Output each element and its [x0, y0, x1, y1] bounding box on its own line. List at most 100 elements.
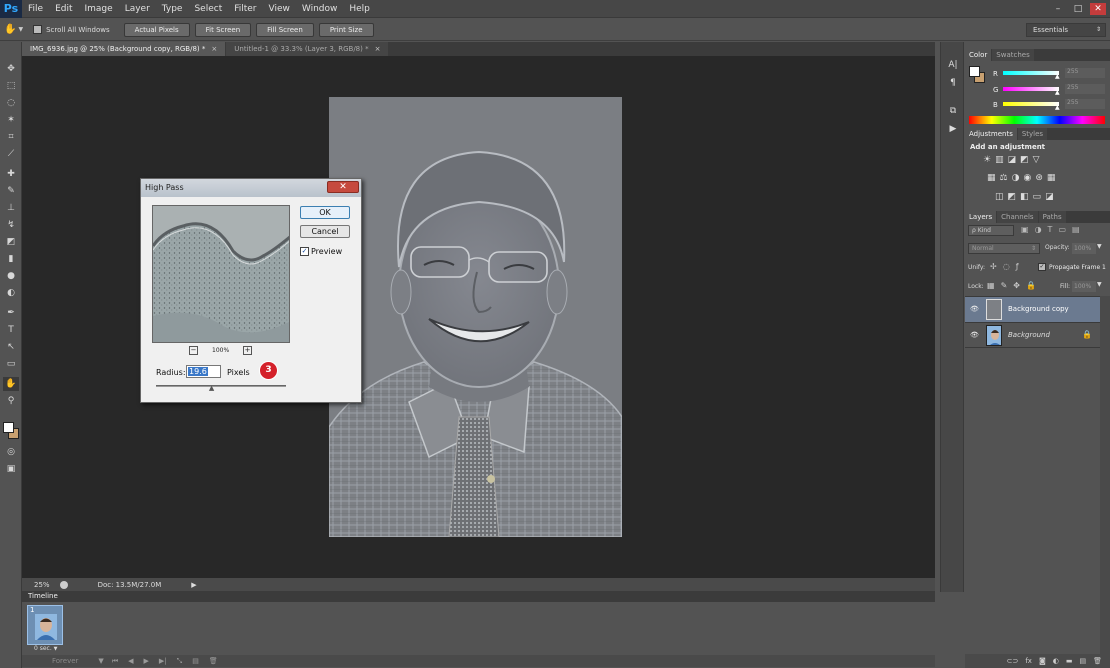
paragraph-panel-icon[interactable]: ¶	[946, 76, 960, 90]
tab-layers[interactable]: Layers	[965, 211, 997, 223]
menu-select[interactable]: Select	[188, 0, 228, 18]
tab-channels[interactable]: Channels	[997, 211, 1038, 223]
blur-tool-icon[interactable]: ●	[3, 269, 19, 283]
opacity-value[interactable]: 100%	[1072, 243, 1096, 254]
radius-input[interactable]: 19.6	[186, 365, 221, 378]
loop-dropdown-icon[interactable]: ▼	[98, 657, 103, 665]
link-layers-icon[interactable]: ⊂⊃	[1007, 657, 1019, 665]
animation-frame[interactable]: 1	[27, 605, 63, 645]
color-balance-icon[interactable]: ⚖	[1000, 173, 1008, 183]
pen-tool-icon[interactable]: ✒	[3, 306, 19, 320]
unify-position-icon[interactable]: ✢	[990, 262, 997, 271]
lock-position-icon[interactable]: ✥	[1013, 281, 1020, 290]
tween-icon[interactable]: ⤡	[177, 657, 183, 666]
black-white-icon[interactable]: ◑	[1012, 173, 1020, 183]
history-panel-icon[interactable]: ⧉	[946, 104, 960, 118]
blend-mode-select[interactable]: Normal ⇕	[968, 243, 1040, 254]
selective-color-icon[interactable]: ◪	[1045, 192, 1054, 202]
menu-layer[interactable]: Layer	[119, 0, 156, 18]
menu-help[interactable]: Help	[343, 0, 376, 18]
blue-slider[interactable]	[1003, 102, 1059, 106]
rectangle-tool-icon[interactable]: ▭	[3, 357, 19, 371]
zoom-level-readout[interactable]: 25%	[34, 581, 50, 589]
color-fg-swatch[interactable]	[969, 66, 980, 77]
menu-edit[interactable]: Edit	[49, 0, 78, 18]
menu-file[interactable]: File	[22, 0, 49, 18]
pixel-filter-icon[interactable]: ▣	[1021, 225, 1029, 234]
photo-filter-icon[interactable]: ◉	[1023, 173, 1031, 183]
tab-adjustments[interactable]: Adjustments	[965, 128, 1017, 140]
status-menu-arrow-icon[interactable]: ▶	[191, 581, 196, 589]
preview-checkbox[interactable]: ✓	[300, 247, 309, 256]
hand-tool-icon[interactable]: ✋	[4, 24, 16, 35]
menu-window[interactable]: Window	[296, 0, 344, 18]
dialog-close-button[interactable]: ✕	[327, 181, 359, 193]
channel-value[interactable]: 255	[1065, 99, 1105, 109]
print-size-button[interactable]: Print Size	[318, 22, 374, 37]
tab-paths[interactable]: Paths	[1038, 211, 1066, 223]
preview-zoom-out-button[interactable]: −	[189, 346, 198, 355]
minimize-button[interactable]: –	[1050, 3, 1066, 15]
actual-pixels-button[interactable]: Actual Pixels	[123, 22, 190, 37]
hue-saturation-icon[interactable]: ▦	[987, 173, 996, 183]
eraser-tool-icon[interactable]: ◩	[3, 235, 19, 249]
spectrum-ramp[interactable]	[969, 116, 1105, 124]
green-slider[interactable]	[1003, 87, 1059, 91]
first-frame-icon[interactable]: ⏮	[112, 657, 118, 666]
clone-stamp-tool-icon[interactable]: ⊥	[3, 201, 19, 215]
channel-mixer-icon[interactable]: ⊛	[1035, 173, 1043, 183]
layer-kind-filter[interactable]: ρ Kind	[968, 225, 1014, 236]
radius-slider-track[interactable]	[156, 385, 286, 387]
slider-handle-icon[interactable]: ▲	[1055, 104, 1060, 111]
layers-scrollbar[interactable]	[1100, 296, 1110, 656]
menu-type[interactable]: Type	[156, 0, 189, 18]
slider-handle-icon[interactable]: ▲	[1055, 89, 1060, 96]
workspace-switcher[interactable]: Essentials ⇕	[1026, 22, 1106, 37]
layer-lock-icon[interactable]: 🔒	[1082, 330, 1092, 339]
delete-layer-icon[interactable]: 🗑	[1093, 657, 1102, 665]
layer-row-background-copy[interactable]: 👁 Background copy	[965, 296, 1100, 322]
fill-dropdown-icon[interactable]: ▼	[1097, 281, 1102, 288]
scroll-all-windows-checkbox[interactable]	[33, 25, 43, 34]
filter-preview-window[interactable]	[152, 205, 290, 343]
smart-object-filter-icon[interactable]: ▤	[1072, 225, 1080, 234]
gradient-tool-icon[interactable]: ▮	[3, 252, 19, 266]
fill-screen-button[interactable]: Fill Screen	[256, 22, 314, 37]
invert-icon[interactable]: ◫	[995, 192, 1004, 202]
healing-brush-tool-icon[interactable]: ✚	[3, 167, 19, 181]
visibility-eye-icon[interactable]: 👁	[970, 305, 979, 313]
path-selection-tool-icon[interactable]: ↖	[3, 340, 19, 354]
play-icon[interactable]: ▶	[144, 657, 149, 665]
zoom-tool-icon[interactable]: ⚲	[3, 394, 19, 408]
adjustment-filter-icon[interactable]: ◑	[1035, 225, 1042, 234]
dodge-tool-icon[interactable]: ◐	[3, 286, 19, 300]
foreground-color-swatch[interactable]	[3, 422, 14, 433]
unify-visibility-icon[interactable]: ◌	[1003, 262, 1010, 271]
red-slider[interactable]	[1003, 71, 1059, 75]
quick-mask-icon[interactable]: ◎	[3, 445, 19, 459]
new-layer-icon[interactable]: ▤	[1079, 657, 1086, 665]
radius-slider-thumb[interactable]: ▲	[209, 384, 214, 392]
visibility-eye-icon[interactable]: 👁	[970, 331, 979, 339]
tab-swatches[interactable]: Swatches	[992, 49, 1034, 61]
type-filter-icon[interactable]: T	[1048, 225, 1053, 234]
posterize-icon[interactable]: ◩	[1008, 192, 1017, 202]
cancel-button[interactable]: Cancel	[300, 225, 350, 238]
loop-options-selector[interactable]: Forever	[52, 657, 78, 665]
next-frame-icon[interactable]: ▶|	[159, 657, 167, 665]
curves-icon[interactable]: ◪	[1008, 155, 1017, 165]
channel-value[interactable]: 255	[1065, 68, 1105, 78]
opacity-dropdown-icon[interactable]: ▼	[1097, 243, 1102, 250]
preview-zoom-in-button[interactable]: +	[243, 346, 252, 355]
layer-row-background[interactable]: 👁 Background 🔒	[965, 322, 1100, 348]
duplicate-frame-icon[interactable]: ▤	[192, 657, 199, 665]
crop-tool-icon[interactable]: ⌗	[3, 130, 19, 144]
actions-panel-icon[interactable]: ▶	[946, 122, 960, 136]
threshold-icon[interactable]: ◧	[1020, 192, 1029, 202]
magic-wand-tool-icon[interactable]: ✶	[3, 113, 19, 127]
status-info-icon[interactable]	[59, 580, 68, 589]
exposure-icon[interactable]: ◩	[1020, 155, 1029, 165]
fill-value[interactable]: 100%	[1072, 281, 1096, 292]
document-tab-untitled1[interactable]: Untitled-1 @ 33.3% (Layer 3, RGB/8) * ×	[226, 42, 389, 56]
marquee-tool-icon[interactable]: ⬚	[3, 79, 19, 93]
